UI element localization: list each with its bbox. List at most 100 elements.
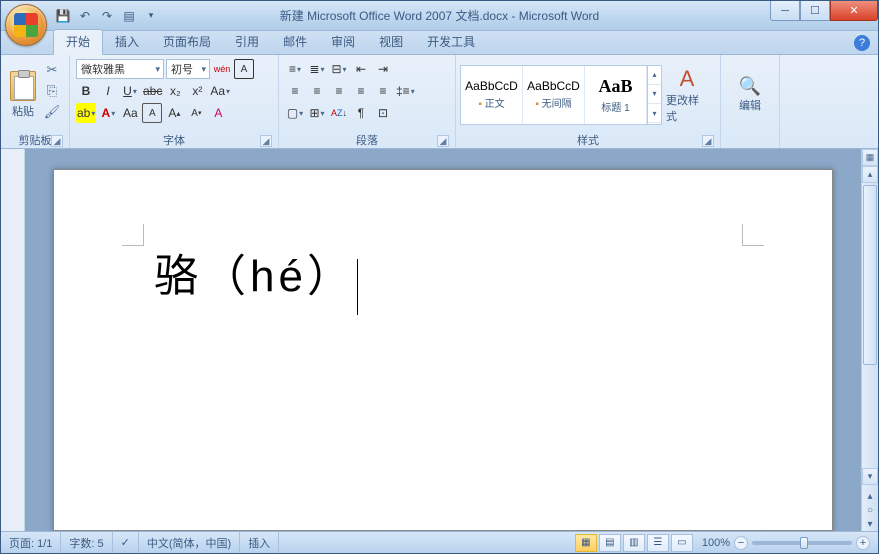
- view-outline[interactable]: ☰: [647, 534, 669, 552]
- status-word-count[interactable]: 字数: 5: [61, 532, 112, 553]
- office-button[interactable]: [5, 4, 47, 46]
- scroll-thumb[interactable]: [863, 185, 877, 365]
- shading-button[interactable]: ▢: [285, 103, 305, 123]
- new-button[interactable]: ▤: [119, 6, 139, 26]
- decrease-indent-button[interactable]: ⇤: [351, 59, 371, 79]
- font-color-button[interactable]: A: [98, 103, 118, 123]
- cut-button[interactable]: ✂: [43, 61, 61, 79]
- undo-button[interactable]: ↶: [75, 6, 95, 26]
- copy-button[interactable]: ⎘: [43, 82, 61, 100]
- style-item-heading1[interactable]: AaB 标题 1: [585, 66, 647, 124]
- show-marks-button[interactable]: ¶: [351, 103, 371, 123]
- underline-button[interactable]: U: [120, 81, 140, 101]
- status-spellcheck[interactable]: ✓: [113, 532, 139, 553]
- close-button[interactable]: ✕: [830, 1, 878, 21]
- redo-button[interactable]: ↷: [97, 6, 117, 26]
- change-case-button[interactable]: Aa: [209, 81, 231, 101]
- paste-button[interactable]: 粘贴: [5, 57, 41, 132]
- change-styles-button[interactable]: A 更改样式: [666, 66, 708, 124]
- subscript-button[interactable]: x₂: [165, 81, 185, 101]
- zoom-level[interactable]: 100%: [702, 537, 730, 549]
- style-item-normal[interactable]: AaBbCcD 正文: [461, 66, 523, 124]
- gallery-down[interactable]: ▾: [648, 85, 661, 104]
- view-web-layout[interactable]: ▥: [623, 534, 645, 552]
- status-page[interactable]: 页面: 1/1: [1, 532, 61, 553]
- align-right-button[interactable]: ≡: [329, 81, 349, 101]
- numbering-button[interactable]: ≣: [307, 59, 327, 79]
- align-left-button[interactable]: ≡: [285, 81, 305, 101]
- clipboard-launcher[interactable]: ◢: [51, 135, 63, 147]
- gallery-more[interactable]: ▾: [648, 104, 661, 123]
- tab-home[interactable]: 开始: [53, 29, 103, 55]
- font-name-combo[interactable]: 微软雅黑: [76, 59, 164, 79]
- multilevel-list-button[interactable]: ⊟: [329, 59, 349, 79]
- vertical-ruler[interactable]: [1, 149, 25, 531]
- strikethrough-button[interactable]: abc: [142, 81, 163, 101]
- italic-button[interactable]: I: [98, 81, 118, 101]
- tab-page-layout[interactable]: 页面布局: [151, 30, 223, 54]
- next-page-button[interactable]: ▾: [862, 517, 878, 531]
- bold-button[interactable]: B: [76, 81, 96, 101]
- qat-dropdown[interactable]: ▾: [141, 6, 161, 26]
- prev-page-button[interactable]: ▴: [862, 489, 878, 503]
- zoom-in-button[interactable]: +: [856, 536, 870, 550]
- scroll-track[interactable]: [862, 183, 878, 468]
- view-full-screen[interactable]: ▤: [599, 534, 621, 552]
- sort-button[interactable]: AZ↓: [329, 103, 349, 123]
- align-center-button[interactable]: ≡: [307, 81, 327, 101]
- status-language[interactable]: 中文(简体，中国): [139, 532, 240, 553]
- justify-button[interactable]: ≡: [351, 81, 371, 101]
- enclose-characters-button[interactable]: A: [234, 59, 254, 79]
- paragraph-launcher[interactable]: ◢: [437, 135, 449, 147]
- help-button[interactable]: ?: [854, 35, 870, 51]
- zoom-slider-thumb[interactable]: [800, 537, 808, 549]
- scroll-down-button[interactable]: ▾: [862, 468, 878, 485]
- text-cursor: [357, 259, 358, 315]
- pinyin-guide-button[interactable]: wén: [212, 59, 232, 79]
- save-button[interactable]: 💾: [53, 6, 73, 26]
- zoom-slider[interactable]: [752, 541, 852, 545]
- character-shading-button[interactable]: Aa: [120, 103, 140, 123]
- page[interactable]: 骆（hé）: [53, 169, 833, 531]
- browse-object-button[interactable]: ○: [862, 503, 878, 517]
- tab-review[interactable]: 审阅: [319, 30, 367, 54]
- ribbon-tabs: 开始 插入 页面布局 引用 邮件 审阅 视图 开发工具 ?: [1, 31, 878, 55]
- zoom-out-button[interactable]: −: [734, 536, 748, 550]
- status-insert-mode[interactable]: 插入: [240, 532, 279, 553]
- scroll-up-button[interactable]: ▴: [862, 166, 878, 183]
- distributed-button[interactable]: ≡: [373, 81, 393, 101]
- tab-developer[interactable]: 开发工具: [415, 30, 487, 54]
- page-viewport[interactable]: 骆（hé）: [25, 149, 861, 531]
- tab-references[interactable]: 引用: [223, 30, 271, 54]
- font-launcher[interactable]: ◢: [260, 135, 272, 147]
- font-size-combo[interactable]: 初号: [166, 59, 210, 79]
- shrink-font-button[interactable]: A▾: [186, 103, 206, 123]
- minimize-button[interactable]: ─: [770, 1, 800, 21]
- vertical-scrollbar[interactable]: ▦ ▴ ▾ ▴ ○ ▾: [861, 149, 878, 531]
- superscript-button[interactable]: x²: [187, 81, 207, 101]
- ruler-toggle[interactable]: ▦: [862, 149, 878, 166]
- borders-button[interactable]: ⊞: [307, 103, 327, 123]
- line-spacing-button[interactable]: ‡≡: [395, 81, 416, 101]
- status-bar: 页面: 1/1 字数: 5 ✓ 中文(简体，中国) 插入 ▦ ▤ ▥ ☰ ▭ 1…: [1, 531, 878, 553]
- grow-font-button[interactable]: A▴: [164, 103, 184, 123]
- tab-mailings[interactable]: 邮件: [271, 30, 319, 54]
- gallery-up[interactable]: ▴: [648, 66, 661, 85]
- bullets-button[interactable]: ≡: [285, 59, 305, 79]
- clear-formatting-button[interactable]: A: [208, 103, 228, 123]
- highlight-button[interactable]: ab: [76, 103, 96, 123]
- increase-indent-button[interactable]: ⇥: [373, 59, 393, 79]
- view-print-layout[interactable]: ▦: [575, 534, 597, 552]
- styles-launcher[interactable]: ◢: [702, 135, 714, 147]
- document-text[interactable]: 骆（hé）: [154, 252, 355, 301]
- character-border-button[interactable]: A: [142, 103, 162, 123]
- format-painter-button[interactable]: 🖌: [43, 103, 61, 121]
- view-draft[interactable]: ▭: [671, 534, 693, 552]
- tab-insert[interactable]: 插入: [103, 30, 151, 54]
- snap-to-grid-button[interactable]: ⊡: [373, 103, 393, 123]
- maximize-button[interactable]: ☐: [800, 1, 830, 21]
- group-editing: 🔍 编辑: [721, 55, 780, 148]
- find-icon[interactable]: 🔍: [739, 76, 761, 97]
- style-item-nospacing[interactable]: AaBbCcD 无间隔: [523, 66, 585, 124]
- tab-view[interactable]: 视图: [367, 30, 415, 54]
